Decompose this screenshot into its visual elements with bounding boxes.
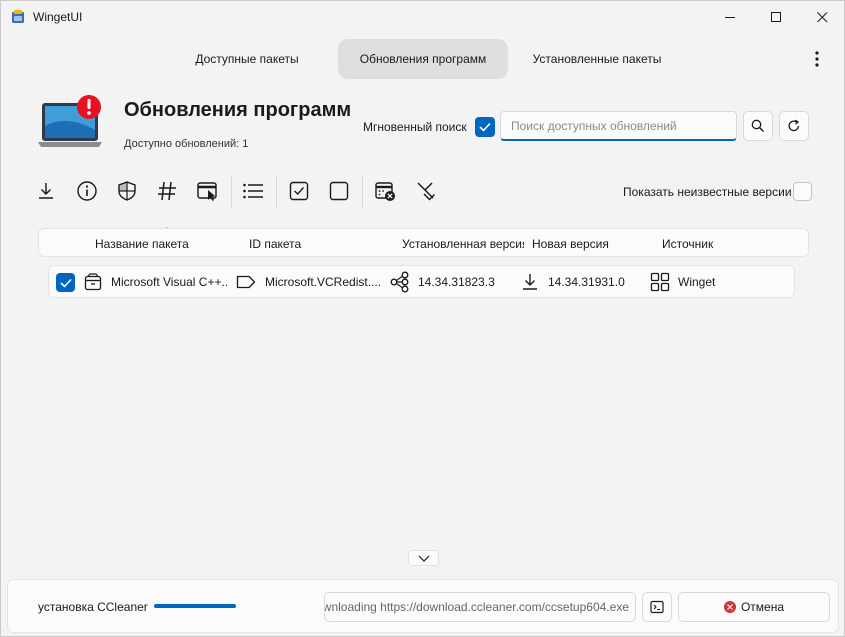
table-header: Название пакета ID пакета Установленная …	[38, 228, 809, 257]
checkmark-icon	[59, 278, 72, 288]
version-branch-icon	[389, 271, 413, 293]
calendar-cancel-icon	[375, 182, 395, 201]
toolbar-divider	[276, 176, 277, 208]
column-header-new-version[interactable]: Новая версия	[532, 237, 652, 251]
search-icon	[751, 119, 764, 132]
tab-software-updates[interactable]: Обновления программ	[338, 39, 508, 79]
window-cursor-icon	[197, 182, 217, 201]
shield-icon	[118, 181, 136, 201]
skip-hash-button[interactable]	[153, 177, 181, 205]
ignore-updates-button[interactable]	[371, 177, 399, 205]
page-title: Обновления программ	[124, 99, 352, 121]
tab-available-packages[interactable]: Доступные пакеты	[177, 39, 317, 79]
laptop-update-alert-icon	[38, 95, 102, 147]
refresh-icon	[788, 119, 800, 132]
cancel-operation-button[interactable]: Отмена	[678, 592, 830, 622]
update-as-admin-button[interactable]	[113, 177, 141, 205]
package-source: Winget	[678, 275, 716, 289]
download-icon	[39, 183, 53, 199]
more-vertical-icon	[815, 51, 819, 67]
cancel-label: Отмена	[740, 600, 785, 614]
skip-arrow-icon	[417, 182, 435, 201]
package-name: Microsoft Visual C++...	[111, 275, 227, 289]
package-id: Microsoft.VCRedist....	[265, 275, 382, 289]
installed-version: 14.34.31823.3	[418, 275, 495, 289]
toolbar-divider	[231, 176, 232, 208]
show-unknown-versions-label: Показать неизвестные версии	[623, 185, 792, 199]
minimize-icon	[724, 16, 735, 18]
cancel-icon	[723, 601, 736, 613]
updates-count: Доступно обновлений: 1	[124, 138, 249, 150]
operation-progress-bar	[154, 604, 236, 608]
terminal-icon	[650, 600, 664, 614]
instant-search-checkbox[interactable]	[475, 117, 495, 137]
download-icon	[520, 272, 540, 292]
close-button[interactable]	[799, 1, 845, 33]
operation-title: установка CCleaner	[38, 600, 148, 614]
instant-search-label: Мгновенный поиск	[363, 120, 467, 134]
refresh-button[interactable]	[779, 111, 809, 141]
operation-panel: установка CCleaner Downloading https://d…	[7, 579, 839, 633]
expand-operations-button[interactable]	[408, 550, 439, 566]
new-version: 14.34.31931.0	[548, 275, 625, 289]
column-header-source[interactable]: Источник	[662, 237, 782, 251]
skip-version-button[interactable]	[412, 177, 440, 205]
update-selected-button[interactable]	[32, 177, 60, 205]
chevron-down-icon	[418, 555, 429, 562]
select-all-button[interactable]	[285, 177, 313, 205]
table-row[interactable]: Microsoft Visual C++... Microsoft.VCRedi…	[48, 265, 795, 298]
info-icon	[77, 181, 97, 201]
checkmark-icon	[479, 122, 491, 132]
more-options-button[interactable]	[807, 48, 827, 70]
operation-output-text: Downloading https://download.ccleaner.co…	[324, 600, 629, 614]
list-view-button[interactable]	[239, 177, 267, 205]
close-icon	[816, 11, 827, 22]
search-input[interactable]	[501, 112, 736, 139]
show-output-button[interactable]	[642, 592, 672, 622]
operation-output: Downloading https://download.ccleaner.co…	[324, 592, 636, 622]
select-none-button[interactable]	[325, 177, 353, 205]
package-icon	[83, 272, 103, 292]
interactive-update-button[interactable]	[193, 177, 221, 205]
hash-icon	[158, 181, 176, 201]
window-title: WingetUI	[33, 10, 83, 24]
tag-icon	[236, 272, 256, 292]
title-bar: WingetUI	[1, 1, 844, 33]
maximize-button[interactable]	[753, 1, 799, 33]
toolbar-divider	[362, 176, 363, 208]
minimize-button[interactable]	[707, 1, 753, 33]
search-field[interactable]	[500, 111, 737, 141]
column-header-installed-version[interactable]: Установленная версия	[402, 237, 524, 251]
app-icon	[12, 10, 24, 23]
package-details-button[interactable]	[73, 177, 101, 205]
maximize-icon	[770, 11, 781, 22]
checkbox-empty-icon	[329, 181, 349, 201]
winget-source-icon	[650, 272, 670, 292]
search-button[interactable]	[743, 111, 773, 141]
list-icon	[243, 183, 263, 199]
column-header-name[interactable]: Название пакета	[95, 237, 235, 251]
show-unknown-versions-checkbox[interactable]	[793, 182, 812, 201]
checkbox-checked-icon	[289, 181, 309, 201]
tab-installed-packages[interactable]: Установленные пакеты	[517, 39, 677, 79]
column-header-id[interactable]: ID пакета	[249, 237, 389, 251]
row-checkbox[interactable]	[56, 273, 75, 292]
